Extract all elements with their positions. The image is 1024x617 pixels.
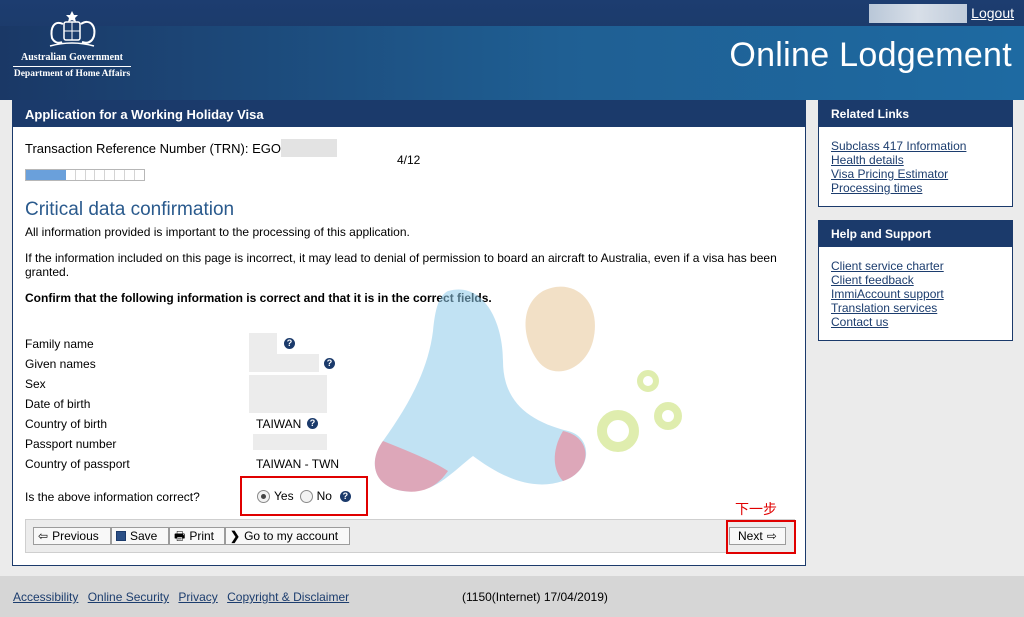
related-links-panel: Related Links Subclass 417 Information H…: [818, 100, 1013, 207]
progress-segment: [76, 170, 86, 180]
help-icon[interactable]: ?: [324, 358, 335, 369]
department-name: Department of Home Affairs: [13, 69, 131, 79]
confirm-question: Is the above information correct?: [25, 490, 200, 504]
progress-bar: [25, 169, 145, 181]
country-of-passport-value: TAIWAN - TWN: [256, 457, 340, 471]
site-header: Australian Government Department of Home…: [0, 0, 1024, 100]
username-redacted: [869, 3, 968, 23]
progress-segment: [95, 170, 106, 180]
field-label-given-names: Given names: [25, 357, 96, 371]
progress-segment: [105, 170, 116, 180]
confirm-instruction: Confirm that the following information i…: [25, 291, 492, 305]
progress-segment: [66, 170, 76, 180]
link-processing-times[interactable]: Processing times: [831, 181, 922, 195]
previous-button[interactable]: ⇦ Previous: [33, 527, 111, 545]
highlight-next-box: [726, 520, 796, 554]
progress-segment: [125, 170, 136, 180]
version-info: (1150(Internet) 17/04/2019): [462, 590, 608, 604]
government-crest: Australian Government Department of Home…: [10, 8, 134, 90]
help-support-panel: Help and Support Client service charter …: [818, 220, 1013, 341]
go-to-account-button[interactable]: ❯ Go to my account: [225, 527, 350, 545]
link-contact-us[interactable]: Contact us: [831, 315, 888, 329]
footer-link-online-security[interactable]: Online Security: [88, 590, 169, 604]
trn-redacted: [280, 139, 337, 157]
field-label-passport-number: Passport number: [25, 437, 117, 451]
application-panel: Application for a Working Holiday Visa T…: [12, 100, 806, 566]
section-heading: Critical data confirmation: [25, 199, 235, 220]
government-name: Australian Government: [21, 52, 123, 63]
warning-paragraph: If the information included on this page…: [25, 251, 777, 279]
link-subclass-417[interactable]: Subclass 417 Information: [831, 139, 966, 153]
print-button[interactable]: 🖶 Print: [169, 527, 225, 545]
footer-link-copyright[interactable]: Copyright & Disclaimer: [227, 590, 349, 604]
footer-link-accessibility[interactable]: Accessibility: [13, 590, 78, 604]
field-label-date-of-birth: Date of birth: [25, 397, 91, 411]
link-visa-pricing[interactable]: Visa Pricing Estimator: [831, 167, 948, 181]
progress-segment: [45, 170, 56, 180]
help-support-title: Help and Support: [819, 221, 1012, 247]
chevron-right-icon: ❯: [230, 529, 241, 543]
field-label-family-name: Family name: [25, 337, 94, 351]
site-footer: Accessibility Online Security Privacy Co…: [0, 576, 1024, 617]
related-links-title: Related Links: [819, 101, 1012, 127]
country-of-birth-value: TAIWAN: [256, 417, 302, 431]
help-icon[interactable]: ?: [284, 338, 295, 349]
progress-segment: [135, 170, 144, 180]
progress-segment: [86, 170, 96, 180]
floppy-disk-icon: [116, 531, 126, 541]
progress-segment: [115, 170, 126, 180]
link-translation-services[interactable]: Translation services: [831, 301, 937, 315]
field-label-sex: Sex: [25, 377, 46, 391]
coat-of-arms-icon: [49, 11, 96, 47]
crest-divider: [13, 66, 131, 67]
arrow-left-icon: ⇦: [38, 529, 49, 543]
panel-title: Application for a Working Holiday Visa: [13, 101, 805, 127]
progress-segment: [55, 170, 66, 180]
save-button[interactable]: Save: [111, 527, 169, 545]
link-client-feedback[interactable]: Client feedback: [831, 273, 914, 287]
progress-label: 4/12: [397, 153, 421, 167]
info-paragraph: All information provided is important to…: [25, 225, 410, 239]
passport-number-redacted: [253, 434, 327, 450]
trn-label: Transaction Reference Number (TRN): EGO: [25, 141, 281, 156]
progress-segment: [26, 170, 36, 180]
next-step-annotation: 下一步: [735, 502, 777, 518]
link-health-details[interactable]: Health details: [831, 153, 904, 167]
field-label-country-of-birth: Country of birth: [25, 417, 108, 431]
given-names-redacted: [249, 354, 319, 372]
field-label-country-of-passport: Country of passport: [25, 457, 130, 471]
trn-row: Transaction Reference Number (TRN): EGO: [25, 139, 337, 157]
progress-segment: [35, 170, 46, 180]
sex-dob-redacted: [249, 375, 327, 413]
family-name-redacted: [249, 333, 277, 355]
footer-links: Accessibility Online Security Privacy Co…: [13, 590, 355, 604]
user-area: Logout: [869, 3, 1014, 23]
button-bar: ⇦ Previous Save 🖶 Print ❯ Go to my account …: [25, 519, 795, 553]
help-icon[interactable]: ?: [307, 418, 318, 429]
printer-icon: 🖶: [174, 529, 186, 543]
link-immiaccount-support[interactable]: ImmiAccount support: [831, 287, 944, 301]
link-service-charter[interactable]: Client service charter: [831, 259, 944, 273]
footer-link-privacy[interactable]: Privacy: [178, 590, 217, 604]
highlight-radio-box: [240, 476, 368, 516]
page-title: Online Lodgement: [729, 36, 1012, 74]
logout-link[interactable]: Logout: [971, 5, 1014, 21]
